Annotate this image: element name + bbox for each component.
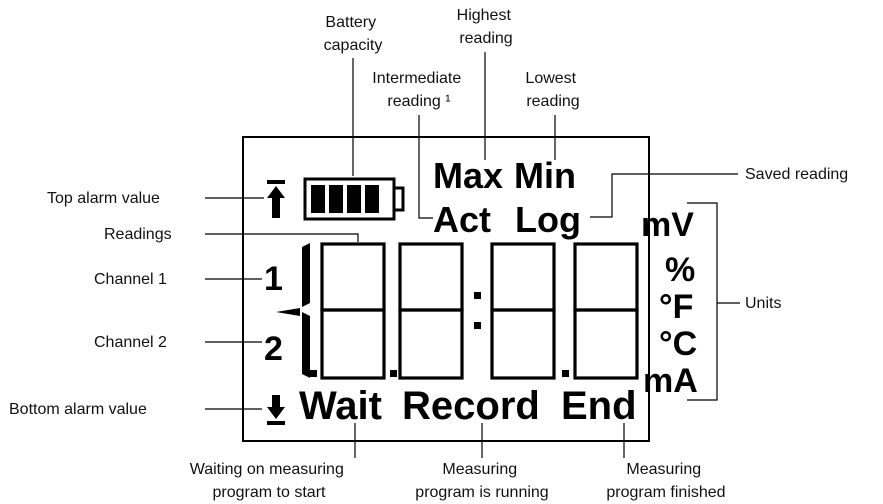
finished-label: Measuring program finished — [606, 461, 725, 501]
end-indicator: End — [561, 384, 637, 428]
channel-2-indicator: 2 — [264, 330, 283, 368]
battery-capacity-label: Battery capacity — [324, 14, 383, 54]
battery-icon — [303, 177, 405, 221]
reading-digits — [276, 242, 639, 380]
act-indicator: Act — [433, 199, 491, 240]
colon-dot-bottom — [474, 322, 481, 329]
readings-leader — [205, 233, 359, 242]
unit-ma: mA — [643, 362, 698, 400]
top-alarm-value-label: Top alarm value — [47, 190, 160, 207]
min-indicator: Min — [514, 155, 576, 196]
arrow-down-to-bar-icon — [267, 395, 285, 425]
channel-pointer-icon — [276, 308, 300, 316]
waiting-label: Waiting on measuring program to start — [190, 461, 349, 501]
lowest-reading-label: Lowest reading — [525, 70, 580, 110]
channel-2-label: Channel 2 — [94, 334, 167, 351]
intermediate-reading-label: Intermediate reading ¹ — [372, 70, 465, 110]
readings-label: Readings — [104, 226, 172, 243]
max-indicator: Max — [433, 155, 503, 196]
lcd-display-diagram: Battery capacity Highest reading Interme… — [9, 7, 848, 501]
saved-reading-label: Saved reading — [745, 166, 848, 183]
units-label: Units — [745, 295, 781, 312]
decimal-point-2 — [390, 370, 397, 377]
unit-fahrenheit: °F — [659, 288, 693, 326]
seven-segment-digit-2 — [398, 242, 464, 380]
highest-reading-label: Highest reading — [457, 7, 516, 47]
leading-one-digit — [302, 243, 310, 378]
unit-mv: mV — [641, 206, 694, 244]
wait-indicator: Wait — [299, 384, 382, 428]
seven-segment-digit-3 — [490, 242, 556, 380]
log-indicator: Log — [515, 199, 581, 240]
running-label: Measuring program is running — [415, 461, 548, 501]
seven-segment-digit-1 — [320, 242, 386, 380]
channel-1-label: Channel 1 — [94, 271, 167, 288]
unit-percent: % — [665, 251, 695, 289]
colon-dot-top — [474, 292, 481, 299]
unit-celsius: °C — [659, 325, 697, 363]
bottom-alarm-value-label: Bottom alarm value — [9, 401, 147, 418]
intermediate-leader — [418, 115, 433, 219]
channel-1-indicator: 1 — [264, 260, 283, 298]
seven-segment-digit-4 — [573, 242, 639, 380]
decimal-point-1 — [310, 370, 317, 377]
decimal-point-3 — [562, 370, 569, 377]
arrow-up-to-bar-icon — [267, 180, 285, 218]
record-indicator: Record — [402, 384, 540, 428]
